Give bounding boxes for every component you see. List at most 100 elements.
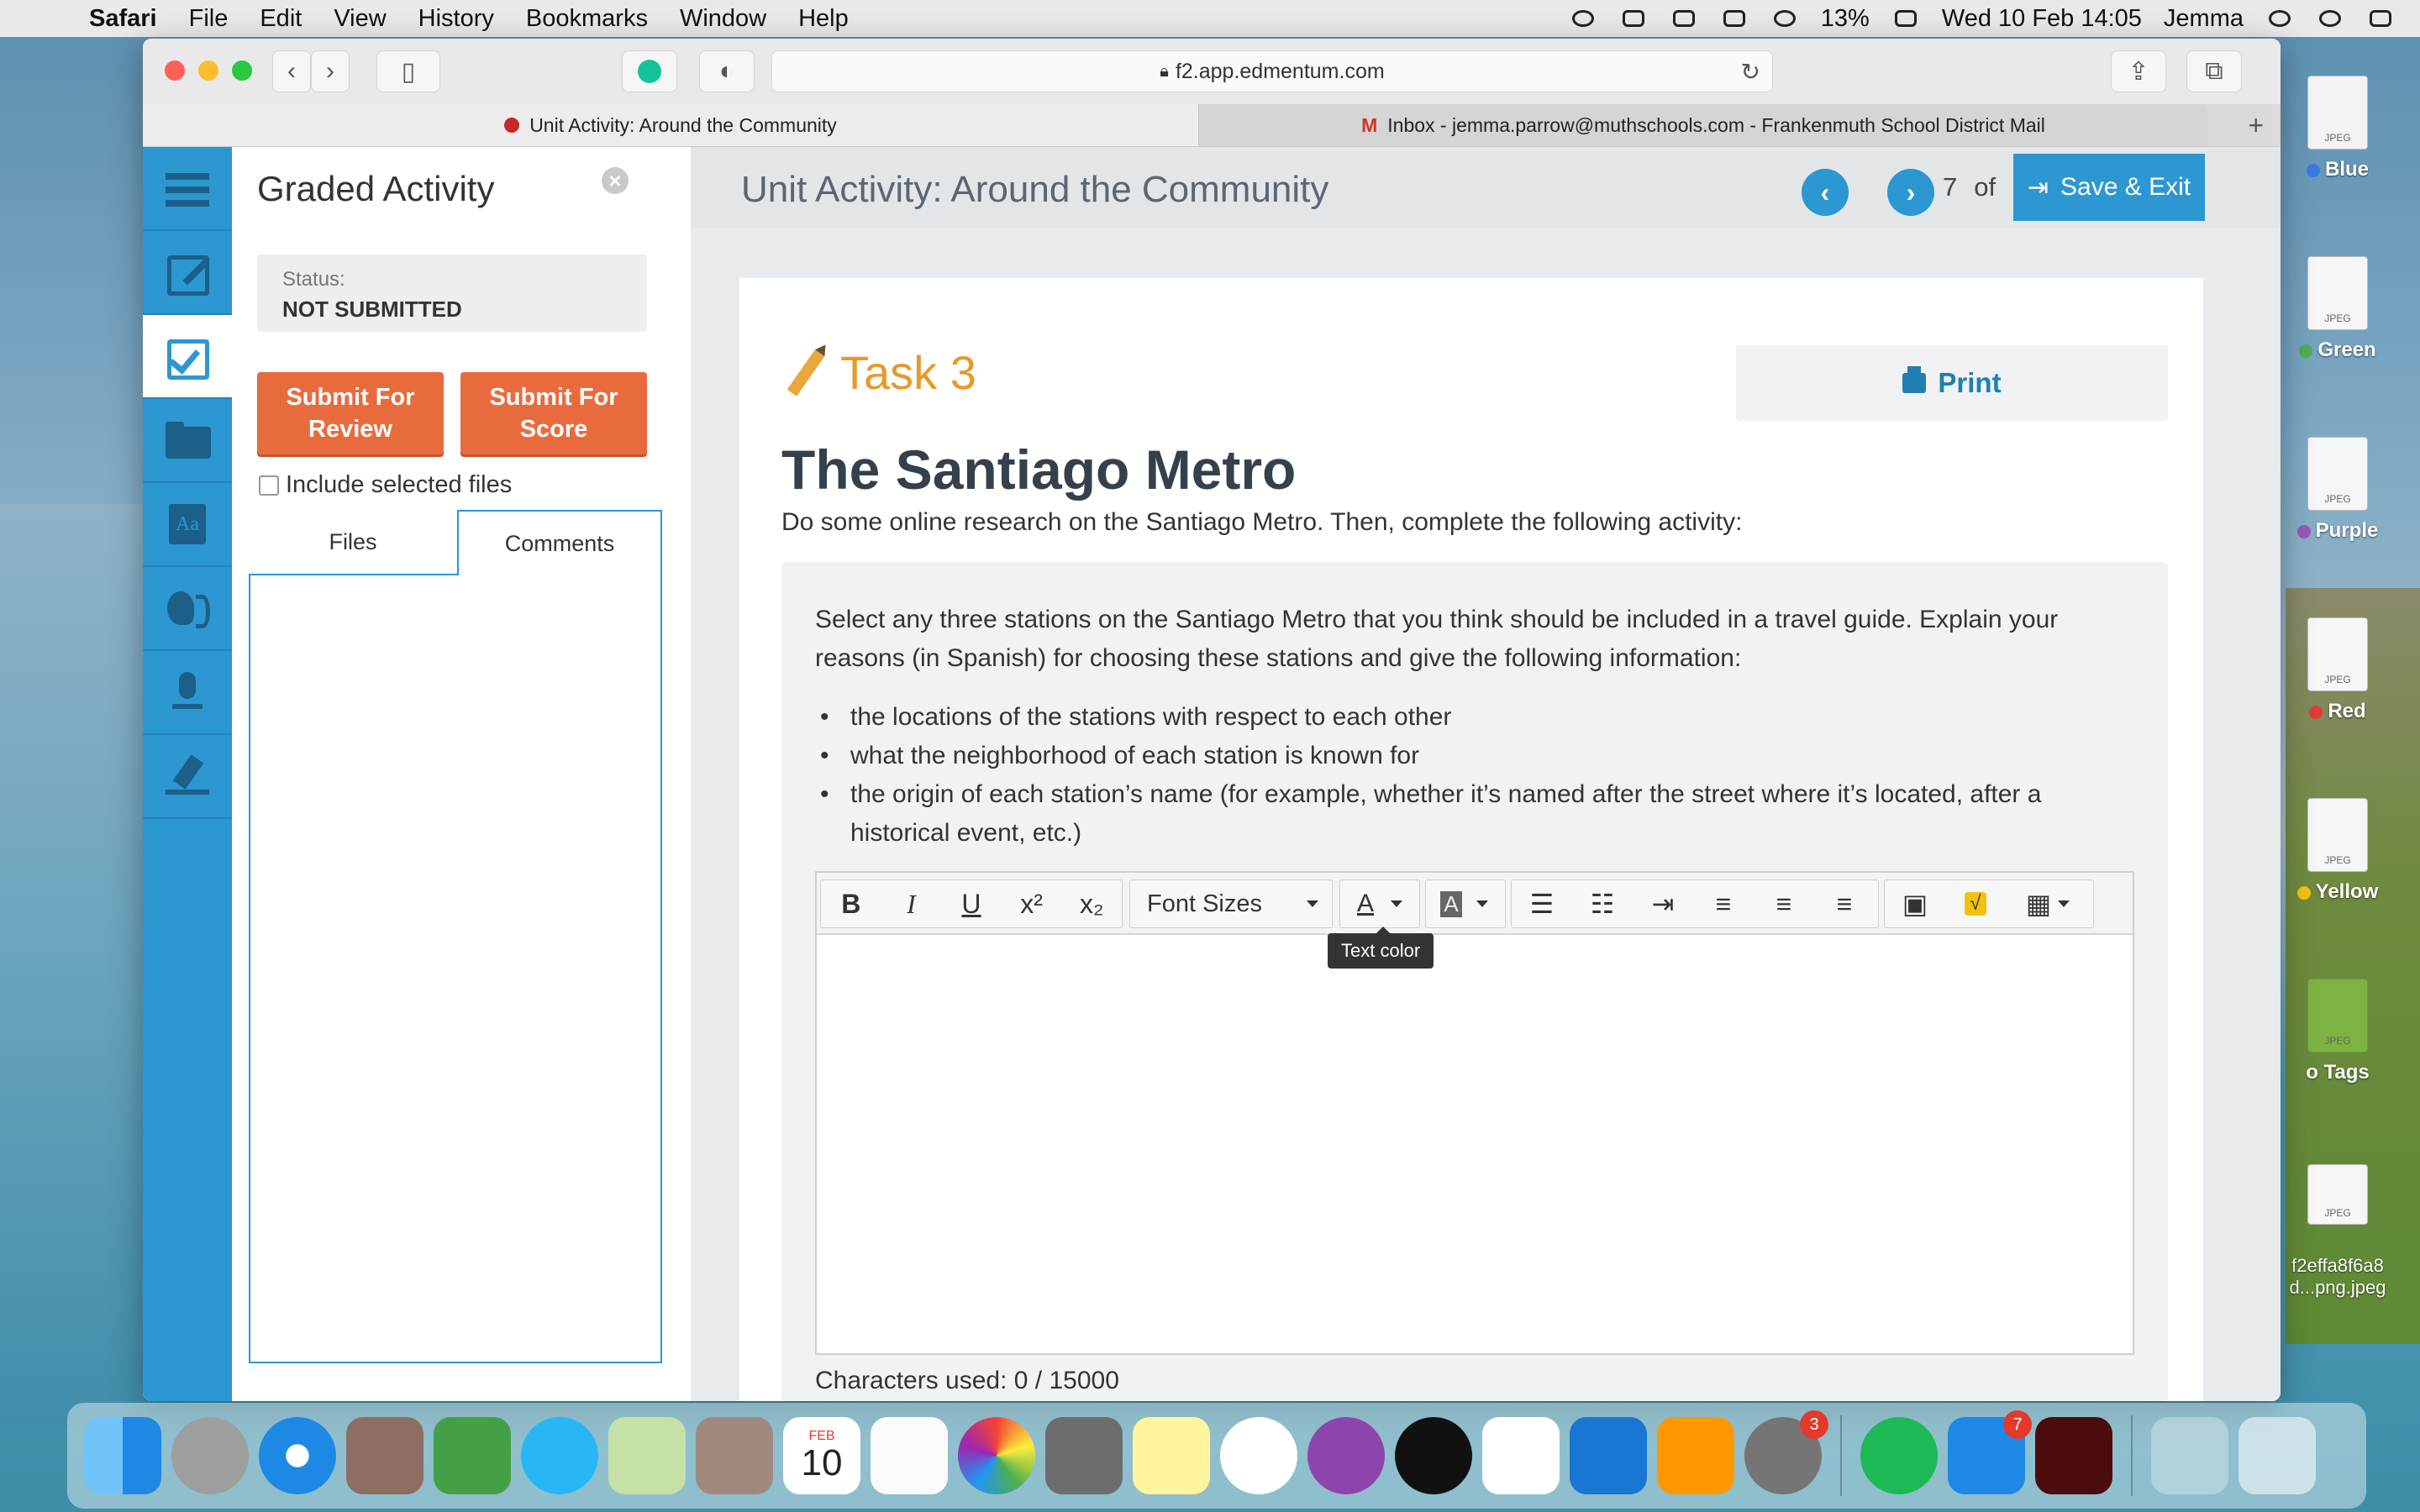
desktop-file-blue[interactable]: Blue <box>2287 76 2388 181</box>
tab-gmail-inbox[interactable]: M Inbox - jemma.parrow@muthschools.com -… <box>1199 104 2264 146</box>
menu-bookmarks[interactable]: Bookmarks <box>526 5 648 33</box>
desktop-file-red[interactable]: Red <box>2287 617 2388 723</box>
clock[interactable]: Wed 10 Feb 14:05 <box>1942 5 2142 33</box>
numbered-list-button[interactable]: ☷ <box>1572 880 1633 927</box>
nav-text-to-speech[interactable] <box>143 567 232 651</box>
tab-unit-activity[interactable]: Unit Activity: Around the Community <box>143 104 1199 146</box>
launchpad-icon[interactable] <box>171 1417 249 1494</box>
indent-button[interactable]: ⇥ <box>1633 880 1693 927</box>
tab-files[interactable]: Files <box>249 510 457 575</box>
desktop-file-green[interactable]: Green <box>2287 256 2388 362</box>
forward-button[interactable]: › <box>311 50 350 92</box>
system-preferences-icon[interactable]: 3 <box>1744 1410 1828 1494</box>
close-panel-icon[interactable]: × <box>602 167 629 194</box>
keynote-icon[interactable] <box>1570 1417 1647 1494</box>
music-icon[interactable] <box>1220 1417 1297 1494</box>
spotify-icon[interactable] <box>1860 1417 1938 1494</box>
reload-icon[interactable]: ↻ <box>1741 58 1760 86</box>
app-store-icon[interactable]: 7 <box>1948 1410 2032 1494</box>
spotlight-search-icon[interactable] <box>2265 7 2294 30</box>
font-sizes-dropdown[interactable]: Font Sizes <box>1129 879 1333 928</box>
new-tab-icon[interactable]: + <box>2248 110 2264 141</box>
grammarly-extension-button[interactable] <box>622 50 677 92</box>
messages-icon[interactable] <box>521 1417 598 1494</box>
privacy-report-button[interactable]: ◐ <box>699 50 755 92</box>
menu-view[interactable]: View <box>334 5 386 33</box>
next-page-button[interactable]: › <box>1887 169 1934 216</box>
nav-files[interactable] <box>143 399 232 483</box>
desktop-file-png[interactable]: f2effa8f6a8 d...png.jpeg <box>2287 1142 2388 1299</box>
podcasts-icon[interactable] <box>1307 1417 1385 1494</box>
calculator-icon[interactable] <box>1045 1417 1123 1494</box>
superscript-button[interactable]: x² <box>1002 880 1062 927</box>
grammarly-status-icon[interactable] <box>1569 7 1597 30</box>
desktop-file-yellow[interactable]: Yellow <box>2287 798 2388 904</box>
apple-tv-icon[interactable] <box>1395 1417 1472 1494</box>
desktop-file-tags[interactable]: o Tags <box>2287 979 2388 1084</box>
address-bar[interactable]: 🔒︎ f2.app.edmentum.com ↻ <box>771 50 1773 92</box>
notification-center-icon[interactable] <box>2366 7 2395 30</box>
font-sizes-select[interactable]: Font Sizes <box>1130 880 1332 927</box>
caret-down-icon[interactable] <box>1476 900 1488 907</box>
menu-window[interactable]: Window <box>680 5 766 33</box>
zoom-window-button[interactable] <box>232 60 252 81</box>
background-color-button[interactable]: A <box>1426 880 1476 927</box>
back-button[interactable]: ‹ <box>272 50 311 92</box>
nav-graded-activity[interactable] <box>143 315 245 399</box>
malwarebytes-icon[interactable] <box>1619 7 1648 30</box>
underline-button[interactable]: U <box>941 880 1002 927</box>
maps-icon[interactable] <box>608 1417 686 1494</box>
finder-icon[interactable] <box>84 1417 161 1494</box>
user-name[interactable]: Jemma <box>2164 5 2244 33</box>
insert-table-button[interactable]: ▦ <box>2006 880 2090 927</box>
wifi-icon[interactable] <box>1770 7 1799 30</box>
menu-history[interactable]: History <box>418 5 494 33</box>
nav-highlighter[interactable] <box>143 735 232 819</box>
desktop-file-purple[interactable]: Purple <box>2287 437 2388 543</box>
contacts-icon[interactable] <box>696 1417 773 1494</box>
nav-dictionary[interactable] <box>143 483 232 567</box>
save-and-exit-button[interactable]: ⇥ Save & Exit <box>2013 154 2205 221</box>
bluetooth-icon[interactable] <box>1720 7 1749 30</box>
numbers-icon[interactable] <box>1482 1417 1560 1494</box>
sidebar-toggle-button[interactable]: ▯ <box>376 50 440 92</box>
editor-text-area[interactable] <box>817 935 2133 1352</box>
menu-help[interactable]: Help <box>798 5 849 33</box>
tab-comments[interactable]: Comments <box>457 510 662 575</box>
insert-image-button[interactable]: ▣ <box>1885 880 1945 927</box>
preview-icon[interactable] <box>346 1417 424 1494</box>
help-icon[interactable] <box>2151 1417 2228 1494</box>
menu-app-safari[interactable]: Safari <box>89 5 157 33</box>
reminders-icon[interactable] <box>871 1417 948 1494</box>
text-color-button[interactable]: A <box>1340 880 1391 927</box>
bullet-list-button[interactable]: ☰ <box>1512 880 1572 927</box>
share-button[interactable]: ⇪ <box>2111 50 2166 92</box>
align-right-button[interactable]: ≡ <box>1814 880 1875 927</box>
submit-for-review-button[interactable]: Submit For Review <box>257 372 444 454</box>
minimize-window-button[interactable] <box>198 60 218 81</box>
include-files-checkbox[interactable] <box>259 475 279 496</box>
siri-icon[interactable] <box>2316 7 2344 30</box>
airplay-icon[interactable] <box>1670 7 1698 30</box>
italic-button[interactable]: I <box>881 880 942 927</box>
bold-button[interactable]: B <box>821 880 881 927</box>
previous-page-button[interactable]: ‹ <box>1802 169 1849 216</box>
facetime-icon[interactable] <box>434 1417 511 1494</box>
equation-button[interactable]: √ <box>1945 880 2006 927</box>
nav-table-of-contents[interactable] <box>143 147 232 231</box>
notes-icon[interactable] <box>1133 1417 1210 1494</box>
pages-icon[interactable] <box>1657 1417 1734 1494</box>
photos-icon[interactable] <box>958 1417 1035 1494</box>
align-center-button[interactable]: ≡ <box>1754 880 1814 927</box>
trash-icon[interactable] <box>2238 1417 2316 1494</box>
menu-edit[interactable]: Edit <box>260 5 302 33</box>
nav-notes[interactable] <box>143 231 232 315</box>
comments-content-area[interactable] <box>249 574 662 1363</box>
close-window-button[interactable] <box>165 60 185 81</box>
caret-down-icon[interactable] <box>1391 900 1402 907</box>
calendar-icon[interactable]: FEB 10 <box>783 1417 860 1494</box>
subscript-button[interactable]: x₂ <box>1061 880 1122 927</box>
flash-player-icon[interactable] <box>2035 1417 2112 1494</box>
menu-file[interactable]: File <box>189 5 229 33</box>
submit-for-score-button[interactable]: Submit For Score <box>460 372 647 454</box>
